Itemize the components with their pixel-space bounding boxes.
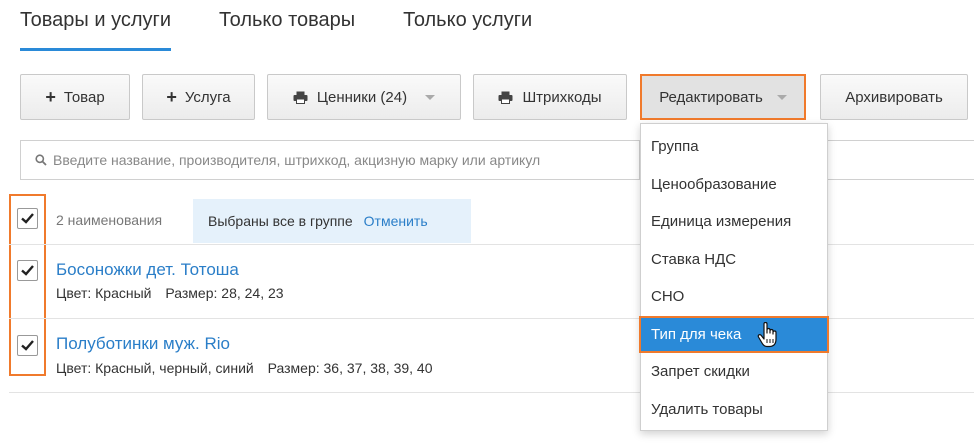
search-icon [35,154,47,166]
item-size: Размер: 28, 24, 23 [165,285,284,301]
hand-pointer-icon [757,321,777,347]
tab-products-only[interactable]: Только товары [219,0,355,43]
menu-item-label: Запрет скидки [651,363,750,381]
add-product-label: Товар [63,88,105,106]
menu-item-label: Группа [651,138,699,156]
menu-item-label: СНО [651,288,685,306]
search-input-tail [826,140,974,180]
selected-count: 2 наименования [56,212,163,228]
archive-button[interactable]: Архивировать [820,74,968,120]
item-color: Цвет: Красный [56,285,152,301]
item-attributes: Цвет: Красный, черный, синий Размер: 36,… [56,360,433,376]
printer-icon [293,91,308,104]
item-size: Размер: 36, 37, 38, 39, 40 [267,360,433,376]
price-tags-label: Ценники (24) [316,88,408,106]
item-color: Цвет: Красный, черный, синий [56,360,254,376]
tab-products-and-services[interactable]: Товары и услуги [20,0,171,51]
search-input[interactable]: Введите название, производителя, штрихко… [20,140,640,180]
menu-item-group[interactable]: Группа [641,128,827,166]
chevron-down-icon [425,94,436,100]
checkmark-icon [21,340,34,351]
search-placeholder: Введите название, производителя, штрихко… [53,152,541,168]
add-product-button[interactable]: + Товар [20,74,130,120]
menu-item-label: Тип для чека [651,325,742,343]
menu-item-no-discount[interactable]: Запрет скидки [641,353,827,391]
menu-item-receipt-type[interactable]: Тип для чека [639,315,829,353]
row-divider [9,244,974,245]
printer-icon [498,91,513,104]
item-checkbox[interactable] [17,335,38,356]
plus-icon: + [166,86,177,107]
chevron-down-icon [776,94,787,100]
add-service-button[interactable]: + Услуга [142,74,255,120]
item-title-link[interactable]: Босоножки дет. Тотоша [56,260,239,280]
menu-item-label: Удалить товары [651,400,763,418]
tab-services-only[interactable]: Только услуги [403,0,532,43]
edit-label: Редактировать [659,88,763,106]
tab-bar: Товары и услуги Только товары Только усл… [20,0,580,52]
item-attributes: Цвет: Красный Размер: 28, 24, 23 [56,285,284,301]
menu-item-delete-products[interactable]: Удалить товары [641,391,827,429]
menu-item-label: Ценообразование [651,175,777,193]
selection-banner: Выбраны все в группе Отменить [193,199,471,243]
cancel-selection-link[interactable]: Отменить [364,213,428,229]
barcodes-button[interactable]: Штрихкоды [473,74,627,120]
add-service-label: Услуга [184,88,231,106]
menu-item-vat-rate[interactable]: Ставка НДС [641,241,827,279]
edit-dropdown-menu: Группа Ценообразование Единица измерения… [639,123,829,431]
menu-item-label: Единица измерения [651,213,792,231]
barcodes-label: Штрихкоды [522,88,602,106]
menu-item-label: Ставка НДС [651,250,737,268]
archive-label: Архивировать [845,88,943,106]
item-checkbox[interactable] [17,260,38,281]
products-page: Товары и услуги Только товары Только усл… [0,0,974,443]
menu-item-tax-system[interactable]: СНО [641,278,827,316]
item-title-link[interactable]: Полуботинки муж. Rio [56,334,230,354]
menu-item-pricing[interactable]: Ценообразование [641,166,827,204]
selection-banner-text: Выбраны все в группе [208,213,353,229]
select-all-checkbox[interactable] [17,208,38,229]
row-divider [9,392,974,393]
checkmark-icon [21,265,34,276]
row-divider [9,318,974,319]
plus-icon: + [45,86,56,107]
checkmark-icon [21,213,34,224]
price-tags-button[interactable]: Ценники (24) [267,74,461,120]
edit-dropdown-button[interactable]: Редактировать [640,74,806,120]
menu-item-unit[interactable]: Единица измерения [641,203,827,241]
